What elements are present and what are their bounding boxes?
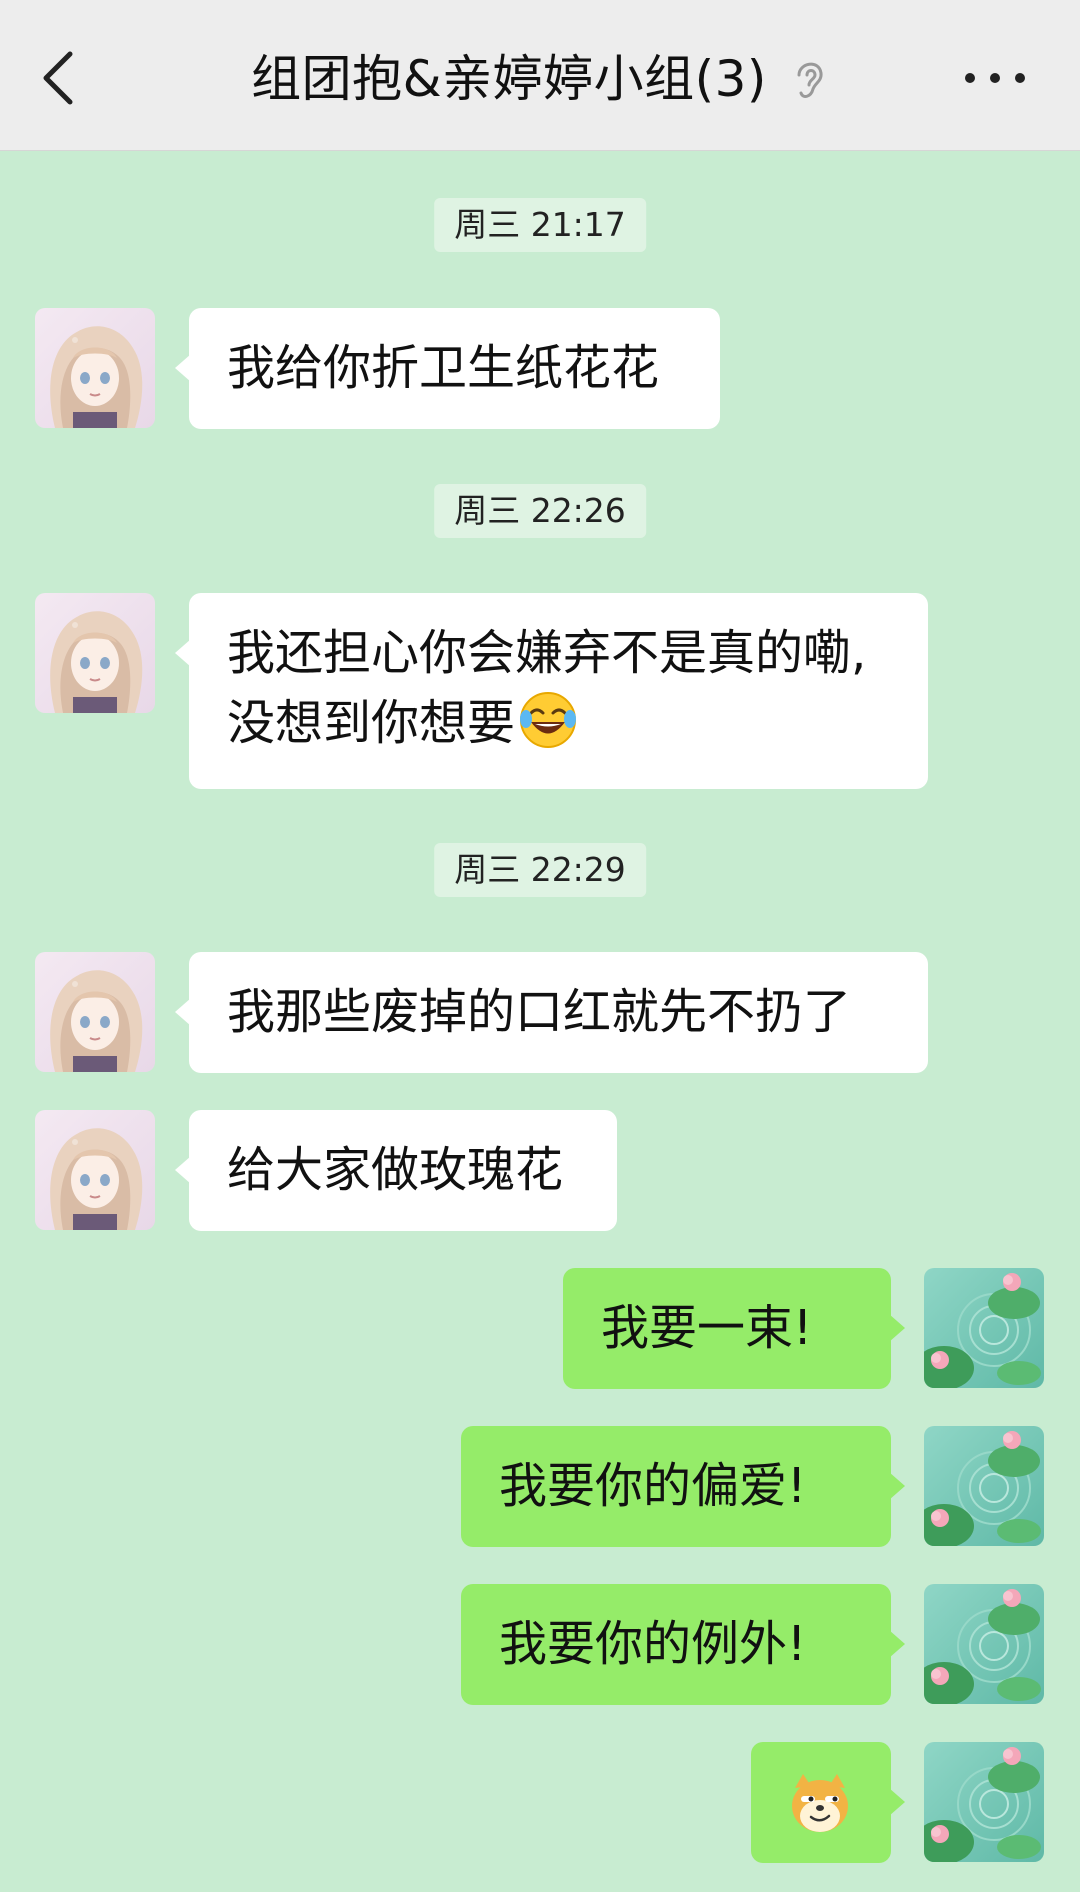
member-avatar[interactable] <box>35 593 155 713</box>
my-avatar[interactable] <box>924 1584 1044 1704</box>
message-text: 我那些废掉的口红就先不扔了 <box>227 984 852 1040</box>
chat-title: 组团抱&亲婷婷小组(3) <box>251 50 767 108</box>
message-bubble-incoming[interactable]: 我还担心你会嫌弃不是真的嘞, 没想到你想要 <box>175 593 928 789</box>
message-text-line: 我还担心你会嫌弃不是真的嘞, <box>227 625 867 681</box>
member-avatar[interactable] <box>35 952 155 1072</box>
smirk-dog-emoji-icon <box>792 1774 848 1832</box>
laughing-tears-emoji-icon <box>520 692 577 748</box>
message-bubble-incoming[interactable]: 给大家做玫瑰花 <box>175 1110 617 1231</box>
message-bubble-incoming[interactable]: 我那些废掉的口红就先不扔了 <box>175 952 928 1073</box>
timestamp: 周三 22:26 <box>434 484 646 538</box>
timestamp: 周三 22:29 <box>434 843 646 897</box>
chat-title-container: 组团抱&亲婷婷小组(3) <box>0 44 1080 114</box>
message-text: 给大家做玫瑰花 <box>227 1142 564 1198</box>
more-dots-icon[interactable] <box>960 58 1030 98</box>
member-avatar[interactable] <box>35 308 155 428</box>
chat-header: 组团抱&亲婷婷小组(3) <box>0 0 1080 151</box>
message-bubble-outgoing[interactable]: 我要一束! <box>563 1268 905 1389</box>
message-text: 我要你的例外! <box>499 1616 807 1672</box>
message-bubble-outgoing[interactable]: 我要你的偏爱! <box>461 1426 905 1547</box>
message-text: 我要你的偏爱! <box>499 1458 807 1514</box>
message-bubble-outgoing[interactable]: 我要你的例外! <box>461 1584 905 1705</box>
message-bubble-outgoing-emoji[interactable] <box>751 1742 905 1863</box>
message-text: 我要一束! <box>601 1300 813 1356</box>
message-text-line-with-emoji: 没想到你想要 <box>227 688 890 758</box>
message-text: 我给你折卫生纸花花 <box>227 340 660 396</box>
message-bubble-incoming[interactable]: 我给你折卫生纸花花 <box>175 308 720 429</box>
my-avatar[interactable] <box>924 1426 1044 1546</box>
timestamp: 周三 21:17 <box>434 198 646 252</box>
member-avatar[interactable] <box>35 1110 155 1230</box>
message-text: 没想到你想要 <box>227 695 516 751</box>
my-avatar[interactable] <box>924 1268 1044 1388</box>
ear-icon <box>797 62 823 98</box>
my-avatar[interactable] <box>924 1742 1044 1862</box>
